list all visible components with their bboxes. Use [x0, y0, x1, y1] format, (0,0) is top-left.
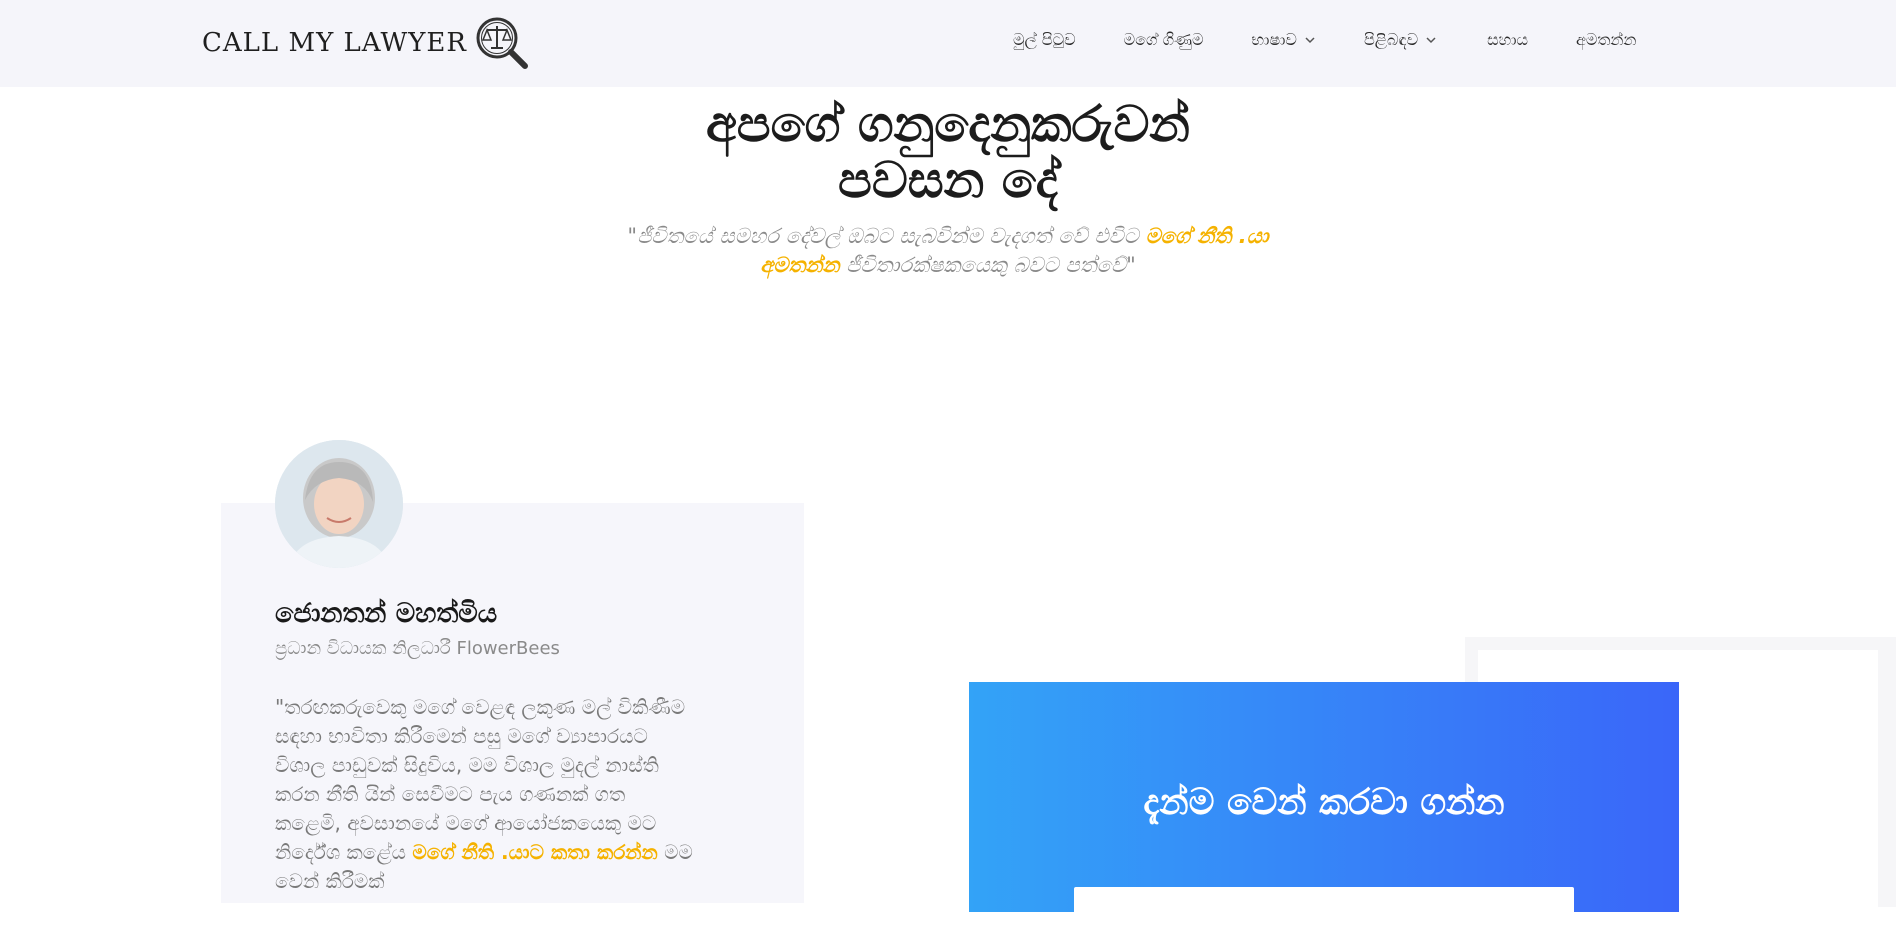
testimonial-name: ජොනතන් මහත්මිය	[275, 598, 498, 629]
section-subquote: "ජීවිතයේ සමහර දේවල් ඔබට සැබවින්ම වැදගත් …	[600, 222, 1296, 280]
main-nav: මුල් පිටුව මගේ ගිණුම භාෂාව පිළිබඳව සහාය …	[1013, 30, 1636, 50]
avatar-portrait	[275, 440, 403, 568]
booking-title: දැන්ම වෙන් කරවා ගන්න	[1143, 782, 1505, 823]
nav-item-my-account[interactable]: මගේ ගිණුම	[1124, 30, 1204, 50]
nav-item-label: මුල් පිටුව	[1013, 30, 1076, 49]
testimonial-role: ප්‍රධාන විධායක නිලධාරී FlowerBees	[275, 638, 560, 659]
quote-highlight-link[interactable]: මගේ නීති .යාට කතා කරන්න	[412, 840, 657, 864]
subquote-text: "ජීවිතයේ සමහර දේවල් ඔබට සැබවින්ම වැදගත් …	[627, 224, 1146, 248]
nav-item-contact[interactable]: අමතන්න	[1576, 30, 1636, 50]
chevron-down-icon	[1305, 37, 1315, 44]
nav-item-home[interactable]: මුල් පිටුව	[1013, 30, 1076, 50]
nav-item-label: අමතන්න	[1575, 30, 1637, 49]
section-heading: අපගේ ගනුදෙනුකරුවන් පවසන දේ	[560, 96, 1336, 208]
booking-input-field[interactable]	[1074, 887, 1574, 927]
site-header: CALL MY LAWYER මුල් පිටුව මගේ ගිණුම භාෂා…	[0, 0, 1896, 87]
scales-magnifier-icon	[476, 17, 528, 69]
chevron-down-icon	[1426, 37, 1436, 44]
nav-item-label: පිළිබඳව	[1363, 30, 1419, 49]
booking-panel: දැන්ම වෙන් කරවා ගන්න	[969, 682, 1679, 927]
subquote-text-end: ජීවිතාරක්ෂකයෙකු බවට පත්වේ"	[839, 253, 1136, 277]
testimonial-quote: "තරඟකරුවෙකු මගේ වෙළඳ ලකුණ මල් විකිණීම සඳ…	[275, 693, 695, 896]
heading-line-2: පවසන දේ	[837, 151, 1058, 209]
avatar	[275, 440, 403, 568]
nav-item-label: භාෂාව	[1251, 30, 1297, 49]
heading-line-1: අපගේ ගනුදෙනුකරුවන්	[705, 95, 1190, 153]
logo-text: CALL MY LAWYER	[202, 28, 467, 58]
nav-item-label: සහාය	[1487, 30, 1528, 49]
nav-item-label: මගේ ගිණුම	[1123, 30, 1204, 49]
site-logo[interactable]: CALL MY LAWYER	[202, 14, 531, 72]
quote-text: "තරඟකරුවෙකු මගේ වෙළඳ ලකුණ මල් විකිණීම සඳ…	[275, 695, 686, 864]
nav-item-support[interactable]: සහාය	[1487, 30, 1528, 50]
nav-item-about[interactable]: පිළිබඳව	[1364, 30, 1437, 50]
nav-item-language[interactable]: භාෂාව	[1251, 30, 1315, 50]
